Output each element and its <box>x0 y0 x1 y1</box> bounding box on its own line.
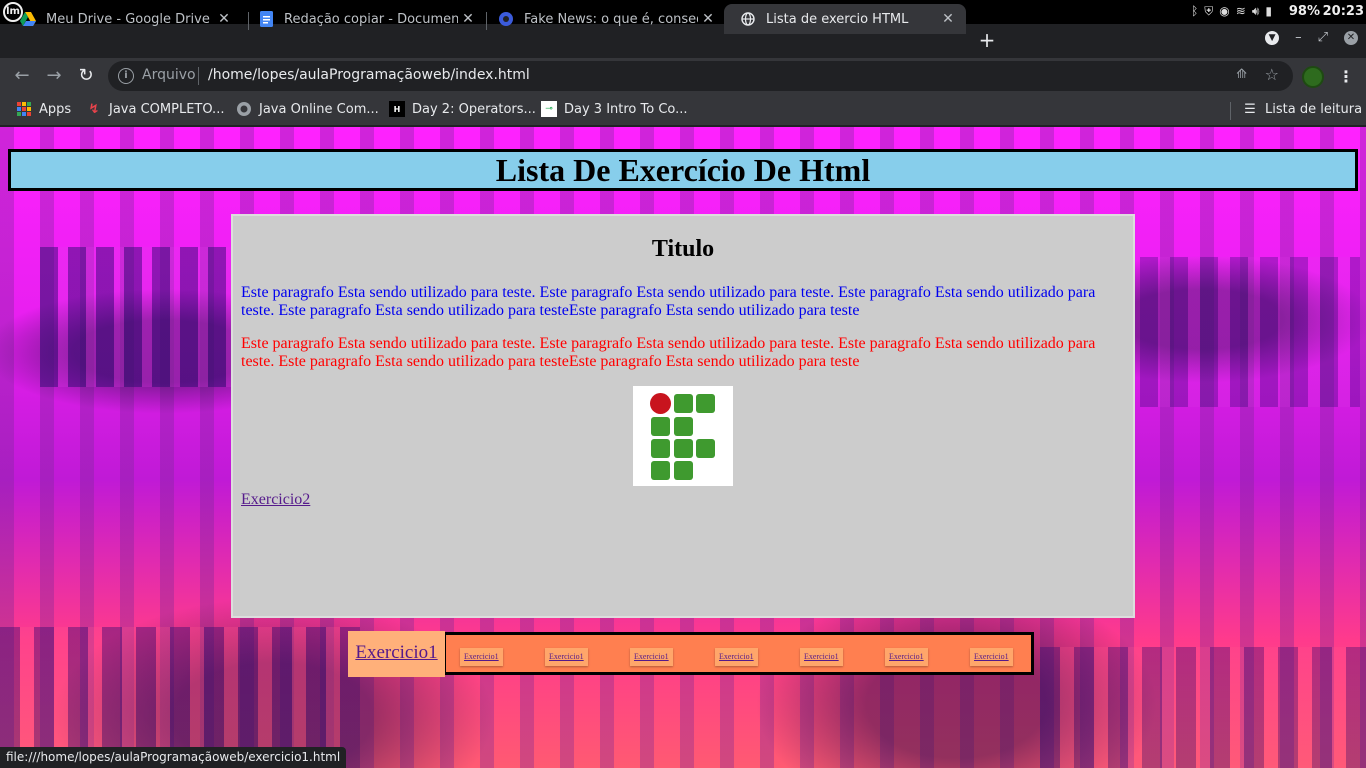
tab-google-drive[interactable]: Meu Drive - Google Drive ✕ <box>4 4 242 34</box>
close-icon[interactable]: ✕ <box>214 11 234 27</box>
bookmark-label: Java Online Com... <box>259 101 379 117</box>
paragraph-red: Este paragrafo Esta sendo utilizado para… <box>241 335 1096 370</box>
ifes-logo <box>633 386 733 486</box>
bookmark-label: Java COMPLETO... <box>109 101 225 117</box>
close-window-icon[interactable]: ✕ <box>1344 30 1358 45</box>
back-icon[interactable]: ← <box>12 66 32 86</box>
reading-list-icon: ☰ <box>1244 101 1256 117</box>
exercicio1-small-link[interactable]: Exercicio1 <box>545 648 588 666</box>
tab-search-icon[interactable]: ▼ <box>1265 30 1280 45</box>
bookmark-favicon <box>236 101 252 117</box>
clock[interactable]: 20:23 <box>1323 4 1364 19</box>
content-title: Titulo <box>651 236 715 262</box>
exercicio1-small-link[interactable]: Exercicio1 <box>715 648 758 666</box>
window-controls: ▼ – ⤢ ✕ <box>1265 30 1358 45</box>
exercicio1-small-link[interactable]: Exercicio1 <box>970 648 1013 666</box>
bookmark-day2-operators[interactable]: H Day 2: Operators... <box>389 101 536 117</box>
status-url-bubble: file:///home/lopes/aulaProgramaçãoweb/ex… <box>0 747 347 768</box>
minimize-icon[interactable]: – <box>1295 30 1302 45</box>
bookmark-favicon: ↯ <box>88 101 100 117</box>
reload-icon[interactable]: ↻ <box>76 66 96 86</box>
system-tray: ᛒ ⛨ ◉ ≋ 🔊︎ ▮ <box>1191 4 1272 19</box>
exercicio1-hover-link[interactable]: Exercicio1 <box>348 631 445 677</box>
volume-icon[interactable]: 🔊︎ <box>1252 4 1260 19</box>
bluetooth-icon[interactable]: ᛒ <box>1191 4 1198 19</box>
bookmark-java-completo[interactable]: ↯ Java COMPLETO... <box>86 101 225 117</box>
content-section: Titulo Este paragrafo Esta sendo utiliza… <box>231 214 1135 618</box>
hackerrank-icon: H <box>389 101 405 117</box>
bookmark-label: Lista de leitura <box>1265 101 1363 117</box>
close-icon[interactable]: ✕ <box>938 11 958 27</box>
tab-google-docs[interactable]: Redação copiar - Documentos ✕ <box>242 4 486 34</box>
bookmark-java-online[interactable]: Java Online Com... <box>236 101 379 117</box>
background-image <box>1140 257 1360 407</box>
bookmark-favicon: ⊸ <box>541 101 557 117</box>
google-docs-icon <box>258 11 274 27</box>
tab-title: Fake News: o que é, consequê <box>524 11 698 27</box>
bookmarks-bar: Apps ↯ Java COMPLETO... Java Online Com.… <box>0 94 1366 126</box>
paragraph-blue: Este paragrafo Esta sendo utilizado para… <box>241 284 1096 319</box>
exercicio1-small-link[interactable]: Exercicio1 <box>885 648 928 666</box>
menu-dots-icon[interactable]: ⋮ <box>1338 66 1354 88</box>
exercicio1-small-link[interactable]: Exercicio1 <box>800 648 843 666</box>
tab-fake-news[interactable]: Fake News: o que é, consequê ✕ <box>482 4 726 34</box>
bookmark-apps[interactable]: Apps <box>16 101 71 117</box>
url-text[interactable]: /home/lopes/aulaProgramaçãoweb/index.htm… <box>208 67 530 83</box>
exercicio1-small-link[interactable]: Exercicio1 <box>460 648 503 666</box>
bookmark-label: Day 2: Operators... <box>412 101 536 117</box>
omnibox-separator <box>198 67 199 85</box>
battery-percent: 98% <box>1288 4 1320 19</box>
close-icon[interactable]: ✕ <box>458 11 478 27</box>
maximize-icon[interactable]: ⤢ <box>1318 30 1328 45</box>
bookmark-label: Apps <box>39 101 72 117</box>
apps-grid-icon <box>16 101 32 117</box>
bookmark-reading-list[interactable]: ☰ Lista de leitura <box>1242 101 1362 117</box>
intel-icon[interactable]: ◉ <box>1219 4 1229 19</box>
forward-icon[interactable]: → <box>44 66 64 86</box>
globe-icon <box>740 11 756 27</box>
exercicio1-small-link[interactable]: Exercicio1 <box>630 648 673 666</box>
address-bar[interactable]: i Arquivo /home/lopes/aulaProgramaçãoweb… <box>108 61 1293 91</box>
profile-avatar[interactable] <box>1302 66 1324 88</box>
tab-title: Redação copiar - Documentos <box>284 11 458 27</box>
new-tab-button[interactable]: + <box>976 30 998 52</box>
background-image <box>40 247 240 387</box>
shield-icon[interactable]: ⛨ <box>1204 4 1213 19</box>
exercicio2-link[interactable]: Exercicio2 <box>241 491 310 509</box>
tab-lista-exercicio-active[interactable]: Lista de exercio HTML ✕ <box>724 4 966 34</box>
translate-icon[interactable]: ⟰ <box>1236 67 1247 82</box>
info-icon[interactable]: i <box>118 68 134 84</box>
browser-toolbar: ← → ↻ i Arquivo /home/lopes/aulaPrograma… <box>0 58 1366 94</box>
logo-red-dot <box>650 393 671 414</box>
scheme-label: Arquivo <box>142 67 196 83</box>
background-image <box>1040 647 1366 768</box>
tab-title: Meu Drive - Google Drive <box>46 11 210 27</box>
bookmark-star-icon[interactable]: ☆ <box>1265 65 1279 84</box>
wifi-icon[interactable]: ≋ <box>1236 4 1246 19</box>
close-icon[interactable]: ✕ <box>698 11 718 27</box>
footer-nav: Exercicio1 Exercicio1 Exercicio1 Exercic… <box>443 632 1034 675</box>
page-viewport: Lista De Exercício De Html Titulo Este p… <box>0 127 1366 768</box>
bookmark-day3-intro[interactable]: ⊸ Day 3 Intro To Co... <box>541 101 688 117</box>
battery-icon[interactable]: ▮ <box>1265 4 1272 19</box>
tab-title: Lista de exercio HTML <box>766 11 909 27</box>
bookmarks-divider <box>1230 102 1231 120</box>
page-header: Lista De Exercício De Html <box>8 149 1358 191</box>
google-drive-icon <box>20 11 36 27</box>
bookmark-label: Day 3 Intro To Co... <box>564 101 688 117</box>
site-favicon <box>498 11 514 27</box>
